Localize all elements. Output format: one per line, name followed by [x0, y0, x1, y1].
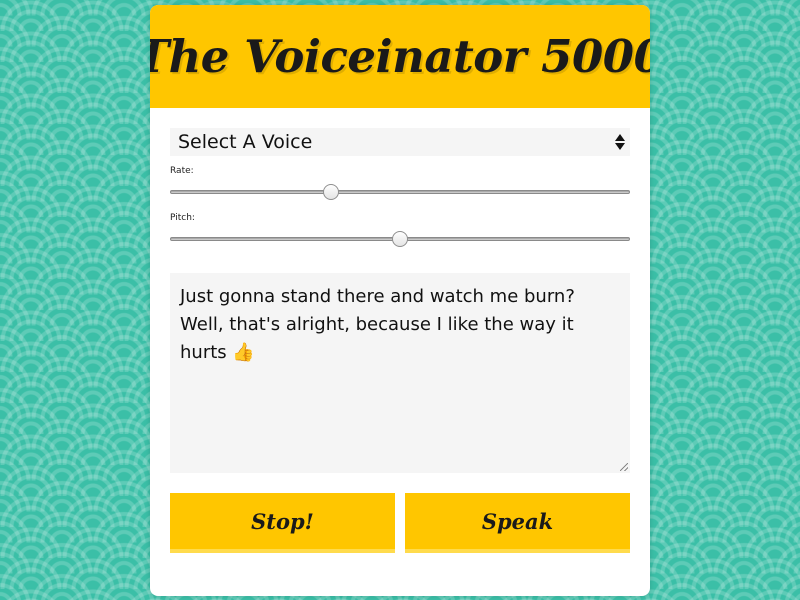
resize-grip-icon[interactable] [620, 463, 628, 471]
app-title: The Voiceinator 5000 [150, 30, 650, 83]
message-text: Just gonna stand there and watch me burn… [180, 286, 575, 363]
header-bar: The Voiceinator 5000 [150, 5, 650, 108]
rate-slider-track [170, 190, 630, 194]
pitch-slider-thumb[interactable] [392, 231, 408, 247]
voice-select[interactable]: Select A Voice [170, 128, 630, 156]
stop-button[interactable]: Stop! [170, 493, 395, 553]
rate-slider[interactable] [170, 177, 630, 207]
voice-select-value: Select A Voice [178, 131, 313, 153]
rate-label: Rate: [170, 166, 194, 176]
pitch-label: Pitch: [170, 213, 195, 223]
speak-button[interactable]: Speak [405, 493, 630, 553]
pitch-slider[interactable] [170, 224, 630, 254]
message-textarea[interactable]: Just gonna stand there and watch me burn… [170, 273, 630, 473]
select-arrows-icon [615, 134, 625, 150]
rate-slider-thumb[interactable] [323, 184, 339, 200]
controls-area: Select A Voice Rate: Pitch: Just gonna s… [150, 108, 650, 553]
button-row: Stop! Speak [170, 493, 630, 553]
voiceinator-panel: The Voiceinator 5000 Select A Voice Rate… [150, 5, 650, 596]
